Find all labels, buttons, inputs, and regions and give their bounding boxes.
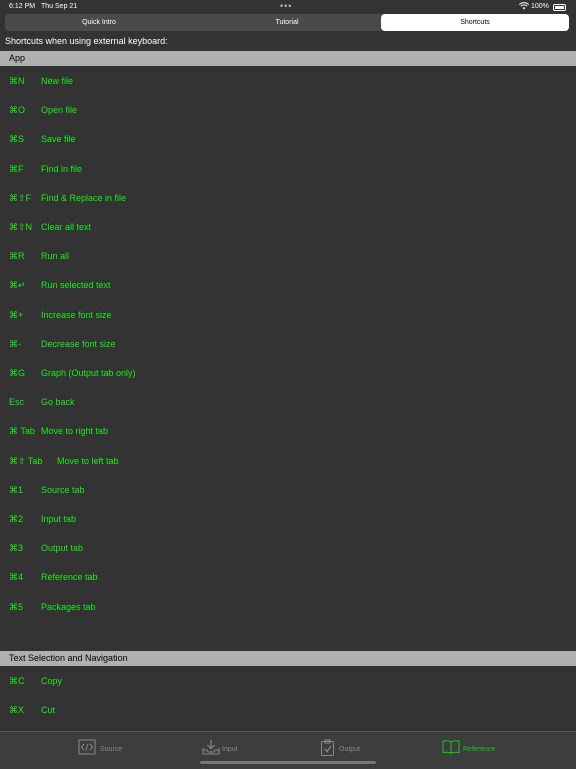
segmented-control: Quick Intro Tutorial Shortcuts [5, 14, 569, 31]
tab-output-label: Output [339, 746, 361, 753]
shortcut-description: Packages tab [41, 601, 96, 612]
shortcut-description: Cut [41, 705, 56, 716]
shortcut-description: Run selected text [41, 280, 111, 291]
shortcut-row: ⌘3 Output tab [0, 539, 576, 557]
shortcut-description: Open file [41, 105, 78, 116]
segment-tutorial[interactable]: Tutorial [193, 14, 381, 31]
status-time: 6:12 PM [9, 3, 36, 10]
inbox-download-icon [202, 740, 220, 755]
shortcut-row: ⌘F Find in file [0, 160, 576, 178]
shortcut-description: Save file [41, 134, 76, 145]
battery-percent: 100% [531, 3, 549, 10]
segment-quick-intro[interactable]: Quick Intro [5, 14, 193, 31]
shortcut-row: ⌘↵ Run selected text [0, 276, 576, 294]
wifi-icon [518, 2, 530, 12]
shortcut-key: ⌘F [9, 163, 24, 174]
status-date: Thu Sep 21 [41, 3, 78, 10]
shortcut-description: New file [41, 76, 74, 86]
shortcut-row: ⌘C Copy [0, 672, 576, 690]
shortcut-key: ⌘4 [9, 572, 24, 583]
shortcut-key: ⌘⇧ Tab [9, 455, 43, 466]
shortcut-key: ⌘S [9, 134, 25, 145]
shortcut-key: ⌘G [9, 368, 26, 378]
shortcut-row: ⌘⇧ Tab Move to left tab [0, 452, 576, 470]
shortcut-description: Find & Replace in file [41, 192, 127, 203]
shortcut-row: ⌘G Graph (Output tab only) [0, 364, 576, 382]
shortcut-row: ⌘S Save file [0, 130, 576, 148]
shortcut-key: ⌘- [9, 338, 21, 349]
shortcut-key: ⌘5 [9, 601, 24, 612]
shortcut-description: Increase font size [41, 309, 112, 320]
shortcut-description: Run all [41, 251, 70, 262]
section-header: Text Selection and Navigation [0, 651, 576, 666]
battery-icon [553, 4, 566, 11]
book-icon [442, 740, 460, 754]
shortcut-key: ⌘⇧N [9, 222, 33, 232]
shortcut-row: ⌘R Run all [0, 247, 576, 265]
home-indicator [200, 761, 376, 764]
shortcut-row: ⌘X Cut [0, 701, 576, 719]
shortcut-description: Move to left tab [57, 455, 119, 466]
shortcut-description: Input tab [41, 514, 77, 524]
shortcut-row: ⌘2 Input tab [0, 510, 576, 528]
tab-source-label: Source [100, 746, 123, 753]
section-header: App [0, 51, 576, 66]
shortcut-key: ⌘R [9, 251, 25, 262]
shortcut-key: ⌘X [9, 705, 25, 716]
shortcut-key: ⌘↵ [9, 280, 26, 291]
shortcut-row: ⌘⇧F Find & Replace in file [0, 189, 576, 207]
shortcut-description: Source tab [41, 484, 85, 495]
shortcut-row: ⌘⇧N Clear all text [0, 218, 576, 236]
shortcut-key: ⌘+ [9, 309, 24, 320]
code-icon [78, 739, 96, 755]
shortcut-row: Esc Go back [0, 393, 576, 411]
shortcut-row: ⌘O Open file [0, 101, 576, 119]
shortcut-description: Decrease font size [41, 338, 116, 349]
tab-input-label: Input [222, 746, 238, 753]
shortcut-key: ⌘N [9, 76, 25, 86]
page-subtitle: Shortcuts when using external keyboard: [5, 36, 168, 46]
shortcut-description: Go back [41, 397, 75, 408]
segment-shortcuts[interactable]: Shortcuts [381, 14, 569, 31]
shortcut-description: Graph (Output tab only) [41, 368, 136, 378]
shortcut-description: Copy [41, 676, 63, 686]
shortcut-key: Esc [9, 397, 25, 408]
shortcut-key: ⌘2 [9, 514, 24, 524]
shortcut-description: Move to right tab [41, 426, 109, 437]
shortcut-row: ⌘+ Increase font size [0, 306, 576, 324]
shortcut-row: ⌘4 Reference tab [0, 568, 576, 586]
shortcut-key: ⌘O [9, 105, 26, 116]
shortcut-row: ⌘1 Source tab [0, 481, 576, 499]
tab-reference-label: Reference [463, 746, 496, 753]
shortcut-description: Output tab [41, 543, 84, 554]
shortcut-key: ⌘C [9, 676, 25, 686]
shortcut-row: ⌘5 Packages tab [0, 598, 576, 616]
shortcut-key: ⌘⇧F [9, 192, 32, 203]
status-bar: 6:12 PM Thu Sep 21 ••• 100% [0, 0, 576, 14]
multitasking-dots[interactable]: ••• [280, 1, 292, 11]
shortcut-description: Clear all text [41, 222, 92, 232]
shortcut-row: ⌘ Tab Move to right tab [0, 422, 576, 440]
shortcut-key: ⌘3 [9, 543, 24, 554]
shortcut-description: Find in file [41, 163, 83, 174]
shortcut-description: Reference tab [41, 572, 98, 583]
clipboard-check-icon [321, 739, 334, 756]
shortcut-row: ⌘N New file [0, 72, 576, 90]
shortcut-key: ⌘ Tab [9, 426, 35, 437]
shortcut-key: ⌘1 [9, 484, 24, 495]
shortcut-row: ⌘- Decrease font size [0, 335, 576, 353]
